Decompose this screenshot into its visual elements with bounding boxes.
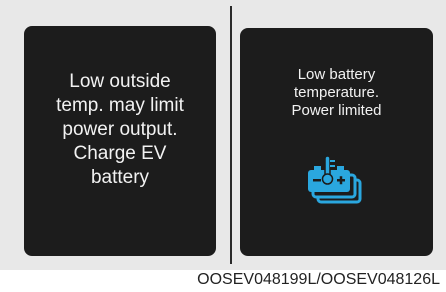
figure-caption: OOSEV048199L/OOSEV048126L [197,271,440,288]
message-line: Low battery [297,66,376,83]
message-line: Charge EV [73,143,167,164]
right-warning-message: Low battery temperature. Power limited [240,66,433,120]
figure-panel: Low outside temp. may limit power output… [0,0,446,270]
divider [230,6,232,264]
battery-temperature-icon [308,155,362,204]
message-line: Power limited [291,102,382,119]
message-line: battery [90,167,150,188]
message-line: power output. [62,119,178,140]
message-line: temp. may limit [56,95,184,116]
right-display-screen: Low battery temperature. Power limited [240,28,433,256]
message-line: temperature. [293,84,380,101]
message-line: Low outside [69,71,171,92]
left-display-screen: Low outside temp. may limit power output… [24,26,216,256]
left-warning-message: Low outside temp. may limit power output… [24,70,216,190]
